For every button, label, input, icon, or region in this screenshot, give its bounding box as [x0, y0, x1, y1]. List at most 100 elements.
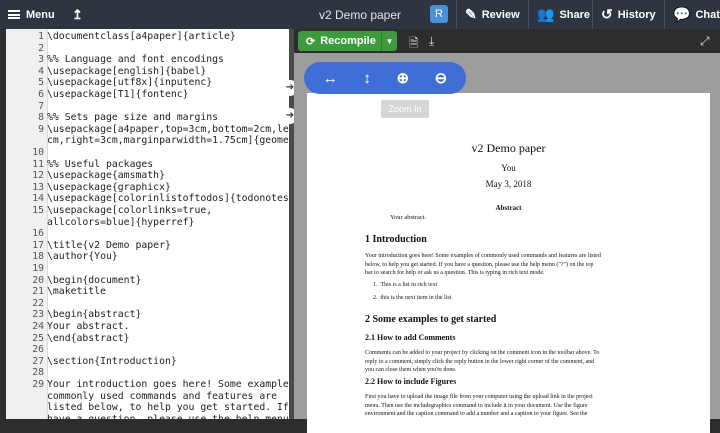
zoom-out-icon[interactable]: ⊖: [435, 69, 448, 87]
history-button[interactable]: ↺ History: [592, 0, 656, 29]
code-text: have a question, please use the help men…: [47, 414, 289, 419]
recompile-button[interactable]: ⟳ Recompile ▼: [298, 31, 397, 51]
line-number: 13: [32, 181, 44, 193]
logs-document-icon[interactable]: 🗎: [409, 34, 419, 55]
chat-icon: 💬: [673, 6, 691, 22]
line-number: 21: [32, 286, 44, 298]
source-editor[interactable]: 1 \documentclass[a4paper]{article} 2 3%% La…: [6, 29, 289, 419]
code-text: Your abstract.: [47, 321, 130, 332]
list-item: 1. This is a list in rich text: [373, 282, 438, 288]
pdf-toolbar: ⟳ Recompile ▼ 🗎 ⤓ ⤢: [294, 29, 720, 53]
code-text: %% Sets page size and margins: [47, 112, 219, 124]
list-item: 2. this is the next item in the list: [373, 295, 452, 301]
line-number: 6: [38, 89, 44, 100]
refresh-icon: ⟳: [306, 35, 316, 48]
line-number: 4: [38, 65, 44, 77]
review-button[interactable]: ✎ Review: [456, 0, 520, 29]
top-toolbar: Menu ↥ v2 Demo paper R ✎ Review 👥 Share …: [0, 0, 720, 29]
code-text: \end{abstract}: [47, 332, 130, 344]
comments-paragraph: Comments can be added to your project by…: [365, 349, 599, 375]
paper-title: v2 Demo paper: [471, 141, 546, 155]
section-introduction: 1 Introduction: [365, 234, 427, 245]
line-number: 25: [32, 332, 44, 344]
figures-line: menu. Then use the includegraphics comma…: [365, 402, 588, 409]
pdf-viewer[interactable]: v2 Demo paper You May 3, 2018 Abstract Y…: [294, 53, 720, 433]
line-number: 24: [32, 321, 44, 332]
intro-paragraph: Your introduction goes here! Some exampl…: [365, 252, 601, 278]
line-number: 11: [32, 158, 44, 170]
code-text: \usepackage[T1]{fontenc}: [47, 89, 189, 100]
share-button[interactable]: 👥 Share: [528, 0, 590, 29]
line-number: 2: [38, 42, 44, 54]
line-number: 7: [38, 100, 44, 112]
chat-button[interactable]: 💬 Chat: [664, 0, 720, 29]
code-text: listed below, to help you get started. I…: [47, 402, 289, 414]
line-number: 20: [32, 274, 44, 286]
recompile-label: Recompile: [320, 35, 376, 47]
hamburger-icon: [8, 10, 20, 19]
line-number: 17: [32, 239, 44, 251]
code-text: \maketitle: [47, 286, 106, 298]
line-number: 8: [38, 112, 44, 124]
code-text: %% Useful packages: [47, 158, 154, 170]
code-text: cm,right=3cm,marginparwidth=1.75cm]{geom…: [47, 135, 289, 147]
code-text: \author{You}: [47, 251, 118, 263]
recompile-dropdown-icon[interactable]: ▼: [381, 31, 397, 51]
figures-line: environment and the caption command to a…: [365, 411, 588, 417]
line-number: 27: [32, 355, 44, 367]
review-label: Review: [481, 8, 520, 21]
zoom-in-tooltip: Zoom In: [381, 100, 429, 118]
line-number: 18: [32, 251, 44, 263]
code-text: \usepackage[utf8x]{inputenc}: [47, 77, 213, 89]
list-item-text: this is the next item in the list: [380, 295, 452, 301]
figures-line: First you have to upload the image file …: [365, 394, 593, 400]
line-number: 29: [32, 379, 44, 390]
comments-line: Comments can be added to your project by…: [365, 350, 600, 356]
history-label: History: [617, 8, 656, 21]
line-number: 12: [32, 170, 44, 182]
project-title: v2 Demo paper: [318, 8, 402, 22]
review-icon: ✎: [465, 6, 477, 22]
zoom-in-icon[interactable]: ⊕: [396, 69, 409, 87]
subsection-comments: 2.1 How to add Comments: [365, 333, 456, 342]
code-text: \usepackage[a4paper,top=3cm,bottom=2cm,l…: [47, 123, 289, 135]
history-icon: ↺: [601, 6, 613, 22]
line-number: 3: [38, 54, 44, 66]
code-text: \section{Introduction}: [47, 355, 177, 367]
up-arrow-icon[interactable]: ↥: [72, 7, 83, 23]
line-number: 14: [32, 193, 44, 205]
abstract-text: Your abstract.: [390, 214, 427, 221]
download-icon[interactable]: ⤓: [429, 34, 434, 49]
menu-button[interactable]: Menu: [0, 9, 62, 21]
paper-date: May 3, 2018: [485, 179, 532, 189]
avatar[interactable]: R: [430, 5, 448, 23]
line-number: 5: [38, 77, 44, 89]
code-text: \title{v2 Demo paper}: [47, 239, 171, 251]
code-text: \begin{document}: [47, 274, 142, 286]
line-number: 1: [38, 31, 44, 42]
share-label: Share: [559, 8, 591, 21]
list-item-text: This is a list in rich text: [380, 282, 438, 288]
line-number: 9: [38, 123, 44, 135]
code-text: commonly used commands and features are: [47, 390, 278, 402]
code-text: \usepackage[colorinlistoftodos]{todonote…: [47, 193, 289, 205]
line-number: 19: [32, 263, 44, 274]
line-number: 16: [32, 228, 44, 240]
code-text: \usepackage{graphicx}: [47, 181, 171, 193]
figures-paragraph: First you have to upload the image file …: [365, 393, 593, 419]
code-text: %% Language and font encodings: [47, 54, 224, 66]
menu-label: Menu: [26, 8, 55, 21]
fit-width-icon[interactable]: ↔: [323, 70, 338, 87]
comments-line: reply to a comment, simply click the rep…: [365, 358, 595, 365]
subsection-figures: 2.2 How to include Figures: [365, 377, 457, 386]
line-number: 15: [32, 205, 44, 216]
section-examples: 2 Some examples to get started: [365, 314, 497, 325]
fit-height-icon[interactable]: ↕: [363, 70, 371, 87]
code-text: \usepackage[english]{babel}: [47, 65, 207, 77]
chat-label: Chat: [695, 8, 720, 21]
abstract-heading: Abstract: [495, 204, 522, 212]
paper-author: You: [501, 163, 516, 173]
expand-icon[interactable]: ⤢: [700, 34, 710, 49]
intro-line: Your introduction goes here! Some exampl…: [365, 253, 601, 259]
watermark: 知乎 @司马懿: [558, 375, 653, 393]
